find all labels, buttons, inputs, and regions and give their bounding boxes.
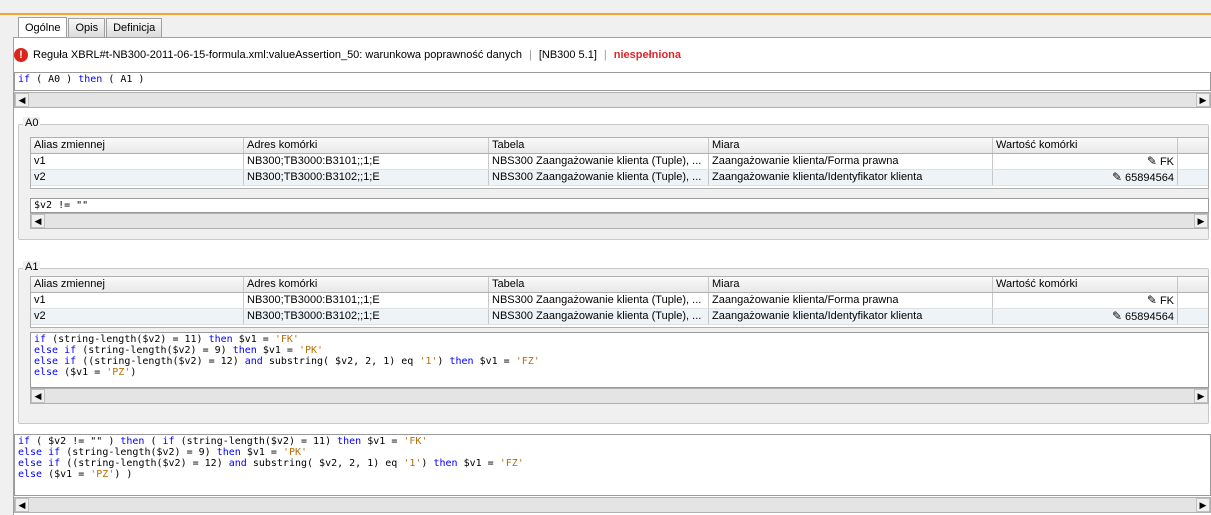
scroll-left-icon[interactable]: ◀ (31, 214, 45, 228)
cell-address: NB300;TB3000:B3102;;1;E (244, 309, 489, 324)
table-row[interactable]: v1 NB300;TB3000:B3101;;1;E NBS300 Zaanga… (31, 293, 1208, 309)
full-expression-line: else ($v1 = 'PZ') ) (18, 469, 133, 480)
column-header-address[interactable]: Adres komórki (244, 138, 489, 153)
table-header: Alias zmiennej Adres komórki Tabela Miar… (31, 138, 1208, 154)
cell-value[interactable]: ✎ 65894564 (993, 309, 1178, 324)
full-expression-line: else if (string-length($v2) = 9) then $v… (18, 447, 308, 458)
accent-line (0, 13, 1211, 15)
a1-expression-box[interactable]: if (string-length($v2) = 11) then $v1 = … (30, 332, 1209, 388)
scroll-right-icon[interactable]: ▶ (1196, 498, 1210, 512)
pencil-icon[interactable]: ✎ (1147, 293, 1157, 308)
rule-status: niespełniona (613, 49, 682, 61)
cell-measure: Zaangażowanie klienta/Identyfikator klie… (709, 170, 993, 185)
scroll-right-icon[interactable]: ▶ (1196, 93, 1210, 107)
full-expression-line: if ( $v2 != "" ) then ( if (string-lengt… (18, 436, 428, 447)
cell-measure: Zaangażowanie klienta/Forma prawna (709, 154, 993, 169)
tab-definition[interactable]: Definicja (106, 18, 163, 37)
rule-header: ! Reguła XBRL#t-NB300-2011-06-15-formula… (14, 44, 681, 66)
rule-title: Reguła XBRL#t-NB300-2011-06-15-formula.x… (33, 49, 522, 61)
cell-alias: v2 (31, 170, 244, 185)
cell-measure: Zaangażowanie klienta/Identyfikator klie… (709, 309, 993, 324)
scroll-right-icon[interactable]: ▶ (1194, 389, 1208, 403)
cell-value-text: FK (1159, 156, 1174, 168)
cell-value-text: 65894564 (1125, 172, 1174, 184)
scroll-right-icon[interactable]: ▶ (1194, 214, 1208, 228)
a0-variables-table[interactable]: Alias zmiennej Adres komórki Tabela Miar… (30, 137, 1209, 189)
cell-measure: Zaangażowanie klienta/Forma prawna (709, 293, 993, 308)
a1-expression-line: else if (string-length($v2) = 9) then $v… (34, 345, 324, 356)
cell-address: NB300;TB3000:B3102;;1;E (244, 170, 489, 185)
column-header-table[interactable]: Tabela (489, 277, 709, 292)
scroll-left-icon[interactable]: ◀ (31, 389, 45, 403)
pencil-icon[interactable]: ✎ (1112, 309, 1122, 324)
cell-value[interactable]: ✎ 65894564 (993, 170, 1178, 185)
tab-general[interactable]: Ogólne (18, 17, 68, 38)
column-header-alias[interactable]: Alias zmiennej (31, 138, 244, 153)
cell-address: NB300;TB3000:B3101;;1;E (244, 293, 489, 308)
cell-alias: v2 (31, 309, 244, 324)
a1-expression-line: else if ((string-length($v2) = 12) and s… (34, 356, 540, 367)
tab-strip: Ogólne Opis Definicja (18, 17, 163, 38)
cell-table: NBS300 Zaangażowanie klienta (Tuple), ..… (489, 293, 709, 308)
tab-description[interactable]: Opis (68, 18, 106, 37)
top-expression-box[interactable]: if ( A0 ) then ( A1 ) (14, 72, 1211, 91)
cell-value[interactable]: ✎ FK (993, 293, 1178, 308)
group-a0-title: A0 (23, 117, 41, 129)
table-row[interactable]: v2 NB300;TB3000:B3102;;1;E NBS300 Zaanga… (31, 309, 1208, 325)
separator: | (603, 49, 607, 61)
table-header: Alias zmiennej Adres komórki Tabela Miar… (31, 277, 1208, 293)
column-header-address[interactable]: Adres komórki (244, 277, 489, 292)
cell-table: NBS300 Zaangażowanie klienta (Tuple), ..… (489, 170, 709, 185)
table-row[interactable]: v1 NB300;TB3000:B3101;;1;E NBS300 Zaanga… (31, 154, 1208, 170)
a0-expression-scrollbar[interactable]: ◀ ▶ (30, 213, 1209, 229)
pencil-icon[interactable]: ✎ (1147, 154, 1157, 169)
top-expression-scrollbar[interactable]: ◀ ▶ (14, 92, 1211, 108)
column-header-value[interactable]: Wartość komórki (993, 277, 1178, 292)
cell-address: NB300;TB3000:B3101;;1;E (244, 154, 489, 169)
scroll-left-icon[interactable]: ◀ (15, 93, 29, 107)
scroll-left-icon[interactable]: ◀ (15, 498, 29, 512)
cell-value-text: 65894564 (1125, 311, 1174, 323)
cell-alias: v1 (31, 293, 244, 308)
cell-alias: v1 (31, 154, 244, 169)
table-row[interactable]: v2 NB300;TB3000:B3102;;1;E NBS300 Zaanga… (31, 170, 1208, 186)
a0-expression-box[interactable]: $v2 != "" (30, 198, 1209, 213)
column-header-measure[interactable]: Miara (709, 277, 993, 292)
a1-variables-table[interactable]: Alias zmiennej Adres komórki Tabela Miar… (30, 276, 1209, 328)
column-header-alias[interactable]: Alias zmiennej (31, 277, 244, 292)
a1-expression-line: else ($v1 = 'PZ') (34, 367, 137, 378)
full-expression-box[interactable]: if ( $v2 != "" ) then ( if (string-lengt… (14, 434, 1211, 496)
cell-table: NBS300 Zaangażowanie klienta (Tuple), ..… (489, 154, 709, 169)
a1-expression-scrollbar[interactable]: ◀ ▶ (30, 388, 1209, 404)
column-header-value[interactable]: Wartość komórki (993, 138, 1178, 153)
pencil-icon[interactable]: ✎ (1112, 170, 1122, 185)
error-icon: ! (14, 48, 28, 62)
cell-value-text: FK (1159, 295, 1174, 307)
column-header-measure[interactable]: Miara (709, 138, 993, 153)
rule-code: [NB300 5.1] (538, 49, 597, 61)
a0-expression: $v2 != "" (34, 200, 89, 211)
top-expression: if ( A0 ) then ( A1 ) (18, 74, 145, 85)
cell-table: NBS300 Zaangażowanie klienta (Tuple), ..… (489, 309, 709, 324)
group-a1-title: A1 (23, 261, 41, 273)
cell-value[interactable]: ✎ FK (993, 154, 1178, 169)
full-expression-scrollbar[interactable]: ◀ ▶ (14, 497, 1211, 513)
column-header-table[interactable]: Tabela (489, 138, 709, 153)
full-expression-line: else if ((string-length($v2) = 12) and s… (18, 458, 524, 469)
a1-expression-line: if (string-length($v2) = 11) then $v1 = … (34, 334, 299, 345)
separator: | (528, 49, 532, 61)
